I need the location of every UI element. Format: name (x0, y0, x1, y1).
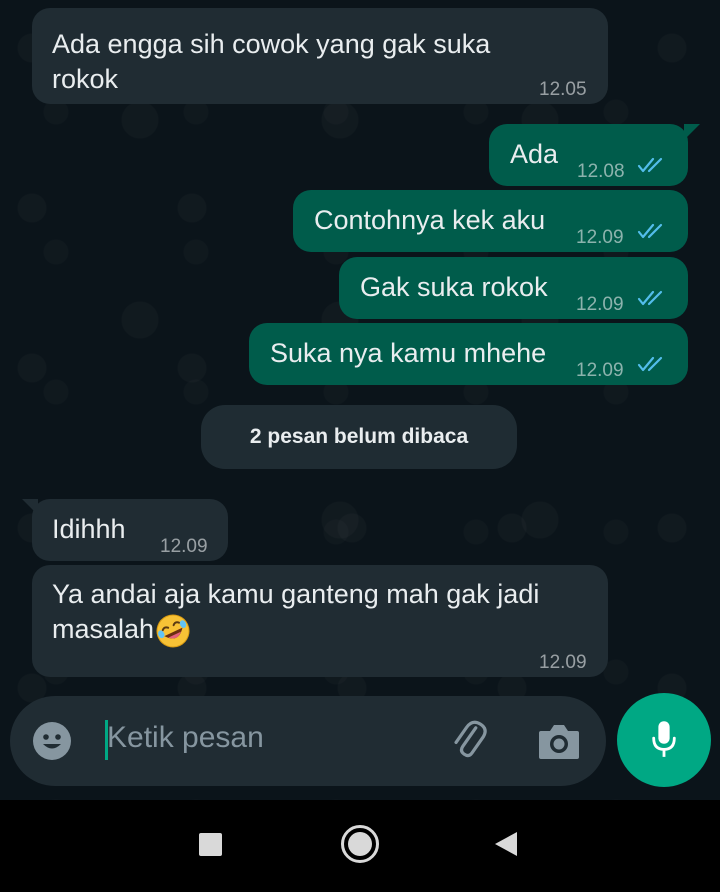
rolling-on-the-floor-laughing-emoji-icon (155, 613, 191, 649)
message-time: 12.05 (539, 79, 587, 100)
outgoing-message[interactable]: Suka nya kamu mhehe 12.09 (249, 323, 688, 385)
outgoing-message[interactable]: Gak suka rokok 12.09 (339, 257, 688, 319)
bubble-tail (684, 124, 700, 140)
unread-divider-label: 2 pesan belum dibaca (249, 425, 469, 448)
message-time: 12.09 (539, 652, 587, 673)
attach-icon[interactable] (448, 719, 492, 763)
message-text-content: Ya andai aja kamu ganteng mah gak jadi m… (52, 579, 540, 644)
incoming-message[interactable]: Idihhh 12.09 (22, 499, 228, 561)
chat-screen: Ada engga sih cowok yang gak suka rokok … (0, 0, 720, 892)
message-time: 12.09 (576, 360, 624, 381)
message-time: 12.09 (576, 227, 624, 248)
read-ticks-icon (637, 290, 663, 306)
message-text: Ya andai aja kamu ganteng mah gak jadi m… (52, 577, 582, 649)
home-icon[interactable] (341, 825, 379, 863)
message-time: 12.09 (160, 536, 208, 557)
message-composer[interactable]: Ketik pesan (10, 696, 606, 786)
message-text: Suka nya kamu mhehe (270, 338, 547, 368)
back-icon[interactable] (493, 831, 519, 857)
message-text: Idihhh (52, 514, 126, 544)
system-navigation-bar (0, 800, 720, 892)
message-text: Ada engga sih cowok yang gak suka rokok (52, 29, 491, 94)
voice-record-button[interactable] (617, 693, 711, 787)
unread-messages-divider: 2 pesan belum dibaca (201, 405, 517, 469)
outgoing-message[interactable]: Ada 12.08 (489, 124, 700, 186)
emoji-icon[interactable] (32, 721, 72, 761)
read-ticks-icon (637, 157, 663, 173)
message-time: 12.08 (577, 161, 625, 182)
read-ticks-icon (637, 356, 663, 372)
message-text: Gak suka rokok (360, 272, 548, 302)
read-ticks-icon (637, 223, 663, 239)
message-text: Ada (510, 139, 559, 169)
incoming-message[interactable]: Ada engga sih cowok yang gak suka rokok … (32, 8, 608, 104)
recents-icon[interactable] (199, 833, 222, 856)
outgoing-message[interactable]: Contohnya kek aku 12.09 (293, 190, 688, 252)
message-time: 12.09 (576, 294, 624, 315)
message-input[interactable]: Ketik pesan (107, 721, 264, 755)
camera-icon[interactable] (537, 721, 581, 761)
message-text: Contohnya kek aku (314, 205, 546, 235)
incoming-message[interactable]: Ya andai aja kamu ganteng mah gak jadi m… (32, 565, 608, 677)
mic-icon (652, 721, 676, 757)
bubble-tail (22, 499, 38, 515)
